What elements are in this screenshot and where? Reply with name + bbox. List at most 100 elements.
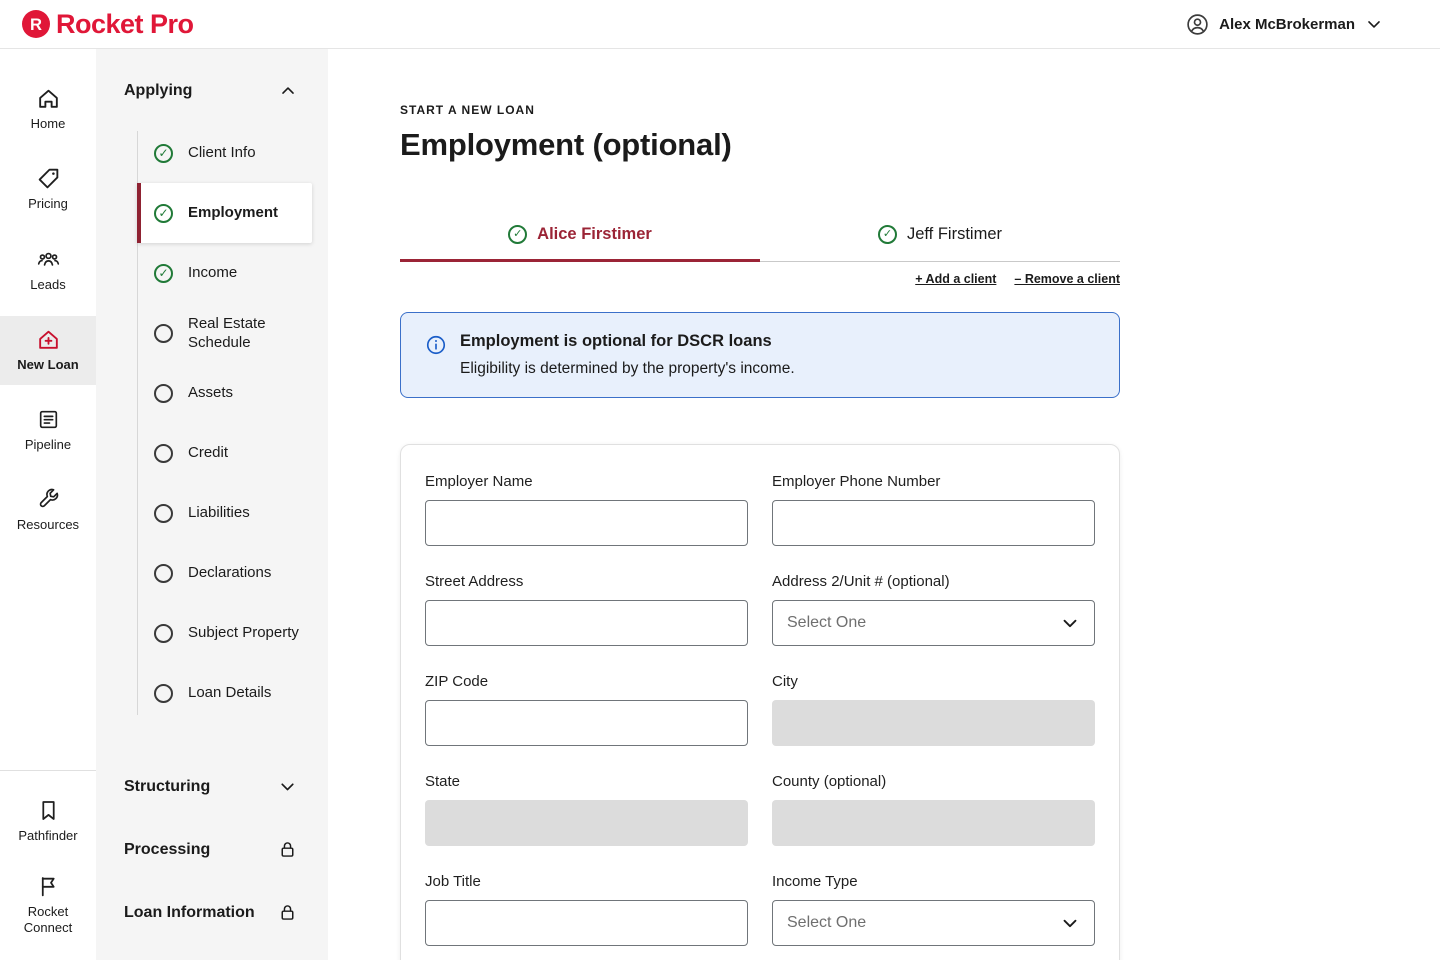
other-sections: Structuring Processing Loan Information bbox=[96, 755, 328, 944]
step-status-icon bbox=[154, 203, 173, 223]
step-status-icon bbox=[154, 443, 173, 463]
step-subject-property[interactable]: Subject Property bbox=[137, 603, 312, 663]
nav-pipeline[interactable]: Pipeline bbox=[0, 396, 96, 465]
nav-new-loan[interactable]: New Loan bbox=[0, 315, 96, 385]
banner-text: Employment is optional for DSCR loans El… bbox=[460, 332, 795, 378]
flag-icon bbox=[36, 874, 61, 899]
user-avatar-icon bbox=[1185, 12, 1210, 37]
step-credit[interactable]: Credit bbox=[137, 423, 312, 483]
field-city: City bbox=[772, 673, 1095, 746]
tab-label: Alice Firstimer bbox=[537, 225, 652, 243]
field-label: ZIP Code bbox=[425, 673, 489, 690]
text-input[interactable] bbox=[425, 500, 748, 546]
step-client-info[interactable]: Client Info bbox=[137, 123, 312, 183]
text-input[interactable] bbox=[425, 600, 748, 646]
text-input[interactable] bbox=[772, 500, 1095, 546]
section-label: Processing bbox=[124, 840, 211, 858]
rail-bottom: Pathfinder Rocket Connect bbox=[0, 771, 96, 960]
nav-rail: Home Pricing Leads New Loan Pipeline Res… bbox=[0, 49, 96, 960]
field-label: Employer Name bbox=[425, 473, 533, 490]
field-label: Job Title bbox=[425, 873, 481, 890]
svg-text:R: R bbox=[30, 15, 42, 34]
house-loan-icon bbox=[36, 327, 61, 352]
nav-pricing[interactable]: Pricing bbox=[0, 155, 96, 224]
nav-resources[interactable]: Resources bbox=[0, 476, 96, 545]
tab-alice-firstimer[interactable]: Alice Firstimer bbox=[400, 213, 760, 262]
step-liabilities[interactable]: Liabilities bbox=[137, 483, 312, 543]
nav-leads[interactable]: Leads bbox=[0, 236, 96, 305]
check-circle-icon bbox=[877, 225, 897, 244]
field-label: Address 2/Unit # (optional) bbox=[772, 573, 950, 590]
eyebrow-label: START A NEW LOAN bbox=[400, 103, 535, 117]
lock-icon bbox=[277, 839, 298, 860]
field-job-title: Job Title bbox=[425, 873, 748, 946]
select-dropdown[interactable]: Select One bbox=[772, 600, 1095, 646]
nav-label: Rocket Connect bbox=[23, 903, 73, 935]
step-status-icon bbox=[154, 503, 173, 523]
step-loan-details[interactable]: Loan Details bbox=[137, 663, 312, 723]
people-icon bbox=[36, 247, 61, 272]
nav-rocket-connect[interactable]: Rocket Connect bbox=[0, 863, 96, 949]
app-header: R Rocket Pro Alex McBrokerman bbox=[0, 0, 1440, 49]
info-icon bbox=[425, 334, 447, 356]
step-status-icon bbox=[154, 263, 173, 283]
nav-label: Pathfinder bbox=[18, 828, 78, 844]
chevron-down-icon bbox=[1059, 612, 1081, 634]
section-label: Structuring bbox=[124, 777, 211, 795]
step-label: Subject Property bbox=[188, 624, 299, 642]
nav-label: Leads bbox=[30, 276, 66, 292]
disabled-input bbox=[425, 800, 748, 846]
nav-label: Home bbox=[30, 116, 66, 131]
brand-logo[interactable]: R Rocket Pro bbox=[22, 9, 194, 40]
user-menu[interactable]: Alex McBrokerman bbox=[1185, 12, 1384, 37]
section-applying[interactable]: Applying bbox=[96, 49, 328, 123]
step-status-icon bbox=[154, 323, 173, 343]
text-input[interactable] bbox=[425, 700, 748, 746]
tag-icon bbox=[36, 166, 61, 191]
step-status-icon bbox=[154, 683, 173, 703]
nav-label: New Loan bbox=[17, 356, 79, 372]
field-label: Street Address bbox=[425, 573, 524, 590]
tab-jeff-firstimer[interactable]: Jeff Firstimer bbox=[760, 213, 1120, 261]
wrench-icon bbox=[36, 487, 61, 512]
home-icon bbox=[36, 86, 61, 111]
chevron-down-icon bbox=[277, 776, 298, 797]
loan-progress-sidebar: Applying Client Info Employment Income R… bbox=[96, 49, 328, 960]
step-declarations[interactable]: Declarations bbox=[137, 543, 312, 603]
info-banner: Employment is optional for DSCR loans El… bbox=[400, 312, 1120, 398]
step-status-icon bbox=[154, 383, 173, 403]
step-status-icon bbox=[154, 143, 173, 163]
nav-label: Pipeline bbox=[24, 437, 72, 452]
bookmark-icon bbox=[36, 798, 61, 823]
disabled-input bbox=[772, 700, 1095, 746]
step-income[interactable]: Income bbox=[137, 243, 312, 303]
main-content: START A NEW LOAN Employment (optional) A… bbox=[328, 49, 1440, 960]
chevron-up-icon bbox=[278, 81, 298, 101]
step-label: Assets bbox=[188, 384, 234, 402]
step-label: Income bbox=[188, 264, 238, 282]
select-value: Select One bbox=[787, 614, 867, 631]
rocket-logo-icon: R bbox=[22, 10, 50, 38]
field-address-2-unit-optional: Address 2/Unit # (optional) Select One bbox=[772, 573, 1095, 646]
nav-home[interactable]: Home bbox=[0, 75, 96, 144]
section-structuring[interactable]: Structuring bbox=[96, 755, 328, 818]
text-input[interactable] bbox=[425, 900, 748, 946]
field-label: City bbox=[772, 673, 798, 690]
select-value: Select One bbox=[787, 914, 867, 931]
add-client-link[interactable]: + Add a client bbox=[915, 272, 996, 286]
step-label: Real Estate Schedule bbox=[188, 314, 266, 352]
step-real-estate-schedule[interactable]: Real Estate Schedule bbox=[137, 303, 312, 363]
field-zip-code: ZIP Code bbox=[425, 673, 748, 746]
applying-steps: Client Info Employment Income Real Estat… bbox=[137, 123, 312, 723]
select-dropdown[interactable]: Select One bbox=[772, 900, 1095, 946]
page-title: Employment (optional) bbox=[400, 127, 732, 162]
nav-pathfinder[interactable]: Pathfinder bbox=[0, 787, 96, 856]
field-label: State bbox=[425, 773, 461, 790]
nav-label: Resources bbox=[16, 517, 80, 533]
step-assets[interactable]: Assets bbox=[137, 363, 312, 423]
nav-label: Pricing bbox=[28, 196, 68, 212]
remove-client-link[interactable]: – Remove a client bbox=[1014, 272, 1120, 286]
field-income-type: Income Type Select One bbox=[772, 873, 1095, 946]
step-employment[interactable]: Employment bbox=[137, 183, 312, 243]
step-label: Credit bbox=[188, 444, 229, 462]
